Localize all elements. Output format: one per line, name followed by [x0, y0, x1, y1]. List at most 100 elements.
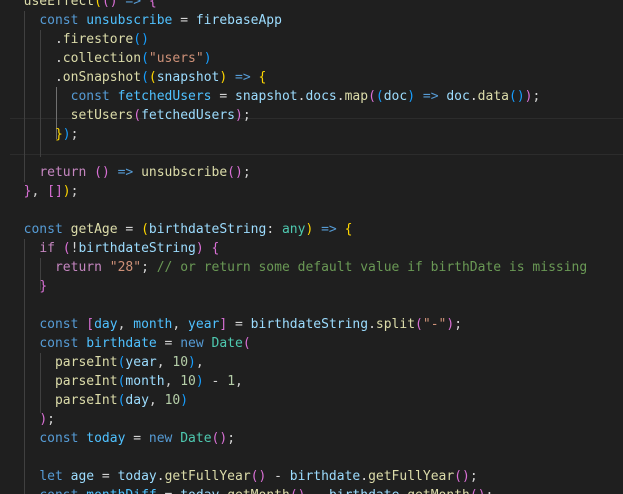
- code-line[interactable]: const birthdate = new Date(: [8, 334, 250, 353]
- code-token: ): [462, 469, 470, 484]
- code-line[interactable]: const getAge = (birthdateString: any) =>…: [8, 220, 353, 239]
- code-token: (: [101, 0, 110, 9]
- code-line[interactable]: const unsubscribe = firebaseApp: [8, 11, 282, 30]
- code-token: ): [516, 89, 525, 104]
- code-line[interactable]: parseInt(month, 10) - 1,: [8, 372, 243, 391]
- code-token: setUsers: [70, 108, 134, 123]
- code-token: (: [148, 70, 157, 85]
- code-token: "-": [422, 317, 447, 332]
- code-token: ;: [469, 469, 478, 484]
- code-token: ]: [219, 317, 228, 332]
- code-token: onSnapshot: [62, 70, 142, 85]
- code-token: ;: [454, 317, 463, 332]
- code-editor[interactable]: useEffect(() => { const unsubscribe = fi…: [0, 0, 623, 494]
- code-token: -: [266, 469, 290, 484]
- code-token: =: [117, 222, 142, 237]
- code-token: ,: [172, 317, 189, 332]
- code-token: ;: [47, 412, 55, 427]
- code-line[interactable]: const today = new Date();: [8, 429, 235, 448]
- code-token: 10: [172, 355, 189, 370]
- code-token: year: [125, 355, 157, 370]
- code-line[interactable]: if (!birthdateString) {: [8, 239, 219, 258]
- code-line[interactable]: });: [8, 125, 78, 144]
- code-token: =: [156, 336, 181, 351]
- code-line[interactable]: .onSnapshot((snapshot) => {: [8, 68, 266, 87]
- code-token: today: [86, 431, 126, 446]
- code-token: split: [375, 317, 416, 332]
- code-line[interactable]: useEffect(() => {: [8, 0, 157, 11]
- code-line[interactable]: parseInt(year, 10),: [8, 353, 204, 372]
- code-line[interactable]: }: [8, 277, 47, 296]
- code-line[interactable]: return "28"; // or return some default v…: [8, 258, 587, 277]
- code-token: (: [508, 89, 517, 104]
- code-token: {: [258, 70, 267, 85]
- code-token: =: [125, 431, 149, 446]
- code-token: today: [117, 469, 157, 484]
- code-line[interactable]: const [day, month, year] = birthdateStri…: [8, 315, 462, 334]
- code-line[interactable]: const monthDiff = today.getMonth() - bir…: [8, 486, 493, 494]
- code-token: -: [203, 374, 228, 389]
- code-token: =>: [313, 222, 345, 237]
- code-token: getFullYear: [164, 469, 251, 484]
- code-token: "users": [148, 51, 204, 66]
- code-token: ;: [70, 184, 79, 199]
- code-token: collection: [62, 51, 142, 66]
- code-token: (: [454, 469, 462, 484]
- code-line[interactable]: parseInt(day, 10): [8, 391, 188, 410]
- code-token: =>: [415, 89, 447, 104]
- code-token: 1: [227, 374, 236, 389]
- code-token: any: [281, 222, 306, 237]
- code-token: (: [470, 488, 478, 494]
- code-token: map: [344, 89, 369, 104]
- code-token: firebaseApp: [195, 13, 282, 28]
- code-token: ): [195, 374, 204, 389]
- code-token: .: [8, 32, 63, 47]
- code-token: ): [180, 393, 189, 408]
- code-token: let: [39, 469, 71, 484]
- code-token: Date: [180, 431, 212, 446]
- code-token: age: [70, 469, 95, 484]
- code-token: ): [235, 108, 243, 123]
- code-token: :: [266, 222, 282, 237]
- code-token: doc: [383, 89, 408, 104]
- code-token: .: [219, 488, 227, 494]
- code-token: const: [39, 13, 87, 28]
- code-line[interactable]: );: [8, 410, 55, 429]
- code-token: ,: [31, 184, 48, 199]
- code-token: const: [23, 222, 71, 237]
- code-token: day: [125, 393, 149, 408]
- code-token: =>: [117, 0, 149, 9]
- code-line[interactable]: }, []);: [8, 182, 79, 201]
- code-token: getAge: [70, 222, 118, 237]
- code-line[interactable]: .collection("users"): [8, 49, 212, 68]
- code-line[interactable]: setUsers(fetchedUsers);: [8, 106, 251, 125]
- code-token: unsubscribe: [141, 165, 228, 180]
- code-token: getFullYear: [368, 469, 455, 484]
- code-token: ;: [532, 89, 541, 104]
- code-line[interactable]: .firestore(): [8, 30, 149, 49]
- code-token: ,: [117, 317, 134, 332]
- code-token: birthdate: [329, 488, 399, 494]
- code-token: (: [62, 241, 71, 256]
- code-token: }: [54, 127, 63, 142]
- code-token: ;: [242, 165, 251, 180]
- code-line[interactable]: const fetchedUsers = snapshot.docs.map((…: [8, 87, 541, 106]
- code-token: (: [94, 0, 102, 9]
- code-token: ): [39, 412, 48, 427]
- code-token: .: [8, 70, 63, 85]
- code-token: ,: [164, 374, 181, 389]
- code-line[interactable]: return () => unsubscribe();: [8, 163, 251, 182]
- code-token: const: [39, 431, 87, 446]
- code-token: ]: [54, 184, 63, 199]
- code-line[interactable]: let age = today.getFullYear() - birthdat…: [8, 467, 478, 486]
